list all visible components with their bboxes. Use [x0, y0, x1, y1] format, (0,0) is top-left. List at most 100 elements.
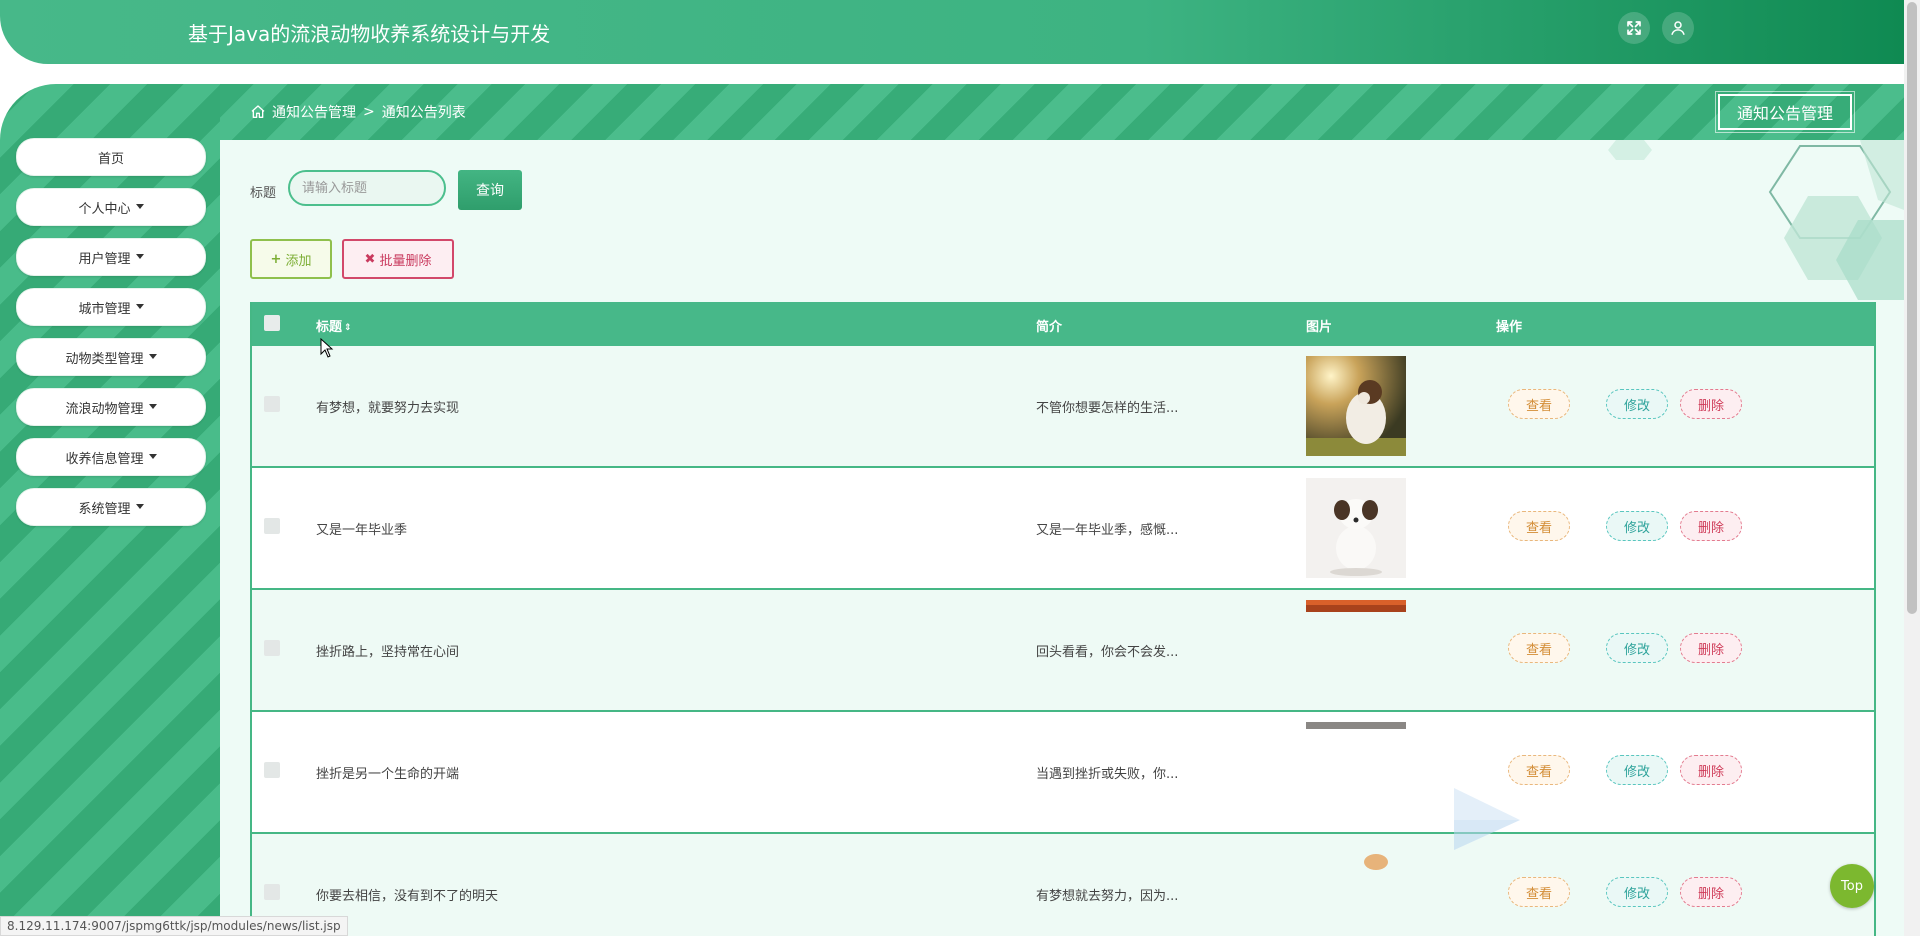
fullscreen-button[interactable] — [1618, 12, 1650, 44]
search-button[interactable]: 查询 — [458, 170, 522, 210]
row-image[interactable] — [1306, 356, 1406, 456]
row-title: 你要去相信，没有到不了的明天 — [316, 889, 499, 904]
photo-icon — [1306, 600, 1406, 612]
row-image[interactable] — [1306, 844, 1406, 936]
row-intro: 不管你想要怎样的生活... — [1036, 401, 1179, 416]
delete-button[interactable]: 删除 — [1680, 755, 1742, 785]
sidebar-item-stray-animal-management[interactable]: 流浪动物管理 — [16, 388, 206, 426]
delete-button[interactable]: 删除 — [1680, 389, 1742, 419]
row-checkbox[interactable] — [264, 762, 280, 778]
edit-button[interactable]: 修改 — [1606, 633, 1668, 663]
view-button[interactable]: 查看 — [1508, 511, 1570, 541]
row-checkbox[interactable] — [264, 518, 280, 534]
edit-button[interactable]: 修改 — [1606, 877, 1668, 907]
view-button[interactable]: 查看 — [1508, 877, 1570, 907]
row-intro: 当遇到挫折或失败，你... — [1036, 767, 1179, 782]
sidebar-item-animal-type-management[interactable]: 动物类型管理 — [16, 338, 206, 376]
back-to-top-button[interactable]: Top — [1830, 864, 1874, 908]
column-title-label: 标题 — [316, 320, 343, 335]
scrollbar-thumb[interactable] — [1907, 2, 1917, 614]
sidebar-item-user-management[interactable]: 用户管理 — [16, 238, 206, 276]
search-input[interactable] — [288, 170, 446, 206]
sort-icon[interactable]: ⇕ — [344, 323, 352, 333]
home-icon — [251, 105, 265, 118]
sidebar-item-adoption-management[interactable]: 收养信息管理 — [16, 438, 206, 476]
app-title: 基于Java的流浪动物收养系统设计与开发 — [188, 22, 551, 46]
breadcrumb-bar: 通知公告管理 > 通知公告列表 通知公告管理 — [220, 84, 1904, 140]
column-header-image: 图片 — [1306, 320, 1333, 335]
edit-button[interactable]: 修改 — [1606, 389, 1668, 419]
table-row: 挫折路上，坚持常在心间 回头看看，你会不会发... 查看 修改 删除 — [252, 590, 1874, 712]
status-bar-url: 8.129.11.174:9007/jspmg6ttk/jsp/modules/… — [0, 916, 348, 936]
page-scrollbar[interactable] — [1904, 0, 1920, 936]
row-checkbox[interactable] — [264, 640, 280, 656]
view-button[interactable]: 查看 — [1508, 633, 1570, 663]
row-intro: 又是一年毕业季，感慨... — [1036, 523, 1179, 538]
table-row: 又是一年毕业季 又是一年毕业季，感慨... 查看 修改 删除 — [252, 468, 1874, 590]
row-title: 又是一年毕业季 — [316, 523, 408, 538]
delete-button[interactable]: 删除 — [1680, 633, 1742, 663]
row-title: 挫折路上，坚持常在心间 — [316, 645, 460, 660]
sidebar-item-label: 用户管理 — [78, 251, 131, 267]
breadcrumb-level2: 通知公告列表 — [381, 105, 466, 121]
sidebar-item-label: 首页 — [97, 151, 124, 167]
delete-button[interactable]: 删除 — [1680, 877, 1742, 907]
top-header: 基于Java的流浪动物收养系统设计与开发 — [0, 0, 1904, 64]
row-intro: 有梦想就去努力，因为... — [1036, 889, 1179, 904]
view-button[interactable]: 查看 — [1508, 755, 1570, 785]
table-header: 标题 ⇕ 简介 图片 操作 — [252, 302, 1874, 346]
row-checkbox[interactable] — [264, 396, 280, 412]
plus-icon: + — [270, 251, 282, 267]
page-title-badge: 通知公告管理 — [1715, 91, 1855, 133]
row-image[interactable] — [1306, 600, 1406, 700]
row-image[interactable] — [1306, 722, 1406, 822]
caret-down-icon — [135, 253, 144, 259]
sidebar-item-city-management[interactable]: 城市管理 — [16, 288, 206, 326]
dog-photo-icon — [1306, 356, 1406, 456]
column-header-intro: 简介 — [1036, 320, 1063, 335]
column-header-actions: 操作 — [1496, 320, 1523, 335]
row-title: 挫折是另一个生命的开端 — [316, 767, 460, 782]
caret-down-icon — [148, 453, 157, 459]
view-button[interactable]: 查看 — [1508, 389, 1570, 419]
user-button[interactable] — [1662, 12, 1694, 44]
sidebar-item-label: 动物类型管理 — [65, 351, 144, 367]
sidebar-item-personal-center[interactable]: 个人中心 — [16, 188, 206, 226]
sidebar-item-label: 收养信息管理 — [65, 451, 144, 467]
column-header-title[interactable]: 标题 ⇕ — [316, 316, 352, 335]
delete-button[interactable]: 删除 — [1680, 511, 1742, 541]
puppy-photo-icon — [1306, 478, 1406, 578]
row-image[interactable] — [1306, 478, 1406, 578]
row-title: 有梦想，就要努力去实现 — [316, 401, 460, 416]
sidebar-item-system-management[interactable]: 系统管理 — [16, 488, 206, 526]
batch-delete-label: 批量删除 — [379, 253, 432, 269]
edit-button[interactable]: 修改 — [1606, 511, 1668, 541]
user-icon — [1671, 21, 1685, 35]
batch-delete-button[interactable]: ✖ 批量删除 — [342, 239, 454, 279]
add-button-label: 添加 — [285, 253, 312, 269]
caret-down-icon — [135, 203, 144, 209]
row-intro: 回头看看，你会不会发... — [1036, 645, 1179, 660]
search-label: 标题 — [250, 186, 277, 201]
breadcrumb-level1[interactable]: 通知公告管理 — [272, 102, 356, 122]
caret-down-icon — [135, 503, 144, 509]
sidebar-item-label: 个人中心 — [78, 201, 131, 217]
sidebar-item-label: 系统管理 — [78, 501, 131, 517]
add-button[interactable]: + 添加 — [250, 239, 332, 279]
close-icon: ✖ — [364, 251, 376, 267]
sidebar-item-label: 城市管理 — [78, 301, 131, 317]
edit-button[interactable]: 修改 — [1606, 755, 1668, 785]
caret-down-icon — [148, 353, 157, 359]
sidebar-item-home[interactable]: 首页 — [16, 138, 206, 176]
caret-down-icon — [148, 403, 157, 409]
table-row: 有梦想，就要努力去实现 不管你想要怎样的生活... 查看 修改 删除 — [252, 346, 1874, 468]
row-checkbox[interactable] — [264, 884, 280, 900]
expand-icon — [1627, 21, 1641, 35]
breadcrumb: 通知公告管理 > 通知公告列表 — [250, 102, 466, 122]
sidebar: 首页 个人中心 用户管理 城市管理 动物类型管理 流浪动物管理 收养信息管理 系… — [0, 84, 220, 936]
select-all-checkbox[interactable] — [264, 315, 280, 331]
caret-down-icon — [135, 303, 144, 309]
mouse-cursor-icon — [320, 338, 334, 358]
photo-icon — [1306, 722, 1406, 729]
watermark-logo — [1454, 788, 1810, 850]
